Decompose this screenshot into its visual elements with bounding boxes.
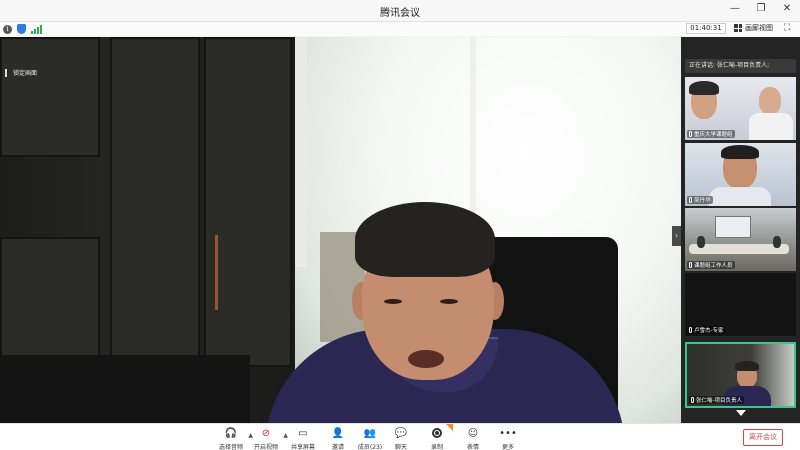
title-bar: 腾讯会议 — ❐ ✕ <box>0 0 800 22</box>
collapse-panel-button[interactable]: › <box>672 226 681 246</box>
participant-tile[interactable]: 卢雪杰-专家 <box>685 273 796 336</box>
mic-icon <box>691 397 694 403</box>
tile-name-label: 张仁喻-项目负责人 <box>689 396 744 404</box>
active-speaker-tile[interactable]: 张仁喻-项目负责人 <box>685 342 796 408</box>
pin-view-label[interactable]: 锁定画面 <box>5 68 37 77</box>
share-screen-button[interactable]: ▭ 共享屏幕 <box>285 427 321 450</box>
window-title: 腾讯会议 <box>380 8 420 19</box>
info-icon[interactable]: i <box>3 24 12 34</box>
meeting-toolbar: 🎧 选择音频 ▲ ⊘ 开启视频 ▲ ▭ 共享屏幕 👤 邀请 👥 成员(23) 💬… <box>0 423 800 450</box>
record-icon <box>432 428 442 438</box>
share-screen-icon: ▭ <box>298 428 308 439</box>
fullscreen-icon[interactable]: ⛶ <box>784 23 790 33</box>
participant-tile[interactable]: 吴丹华 <box>685 143 796 206</box>
video-button[interactable]: ⊘ 开启视频 ▲ <box>248 427 288 450</box>
minimize-icon[interactable]: — <box>728 3 742 14</box>
emoji-icon: ☺ <box>467 428 479 439</box>
invite-icon: 👤 <box>331 428 345 439</box>
camera-off-icon: ⊘ <box>261 428 271 439</box>
tile-name-label: 卢雪杰-专家 <box>687 326 726 334</box>
restore-icon[interactable]: ❐ <box>754 3 768 14</box>
window-controls: — ❐ ✕ <box>728 3 794 14</box>
scroll-down-icon[interactable] <box>736 410 746 416</box>
main-video-feed[interactable]: 锁定画面 <box>0 37 681 423</box>
tile-name-label: 吴丹华 <box>687 196 713 204</box>
meeting-window: 腾讯会议 — ❐ ✕ i 01:40:31 画廊视图 ⛶ 锁定画面 › 正在讲话… <box>0 0 800 450</box>
pin-view-text: 锁定画面 <box>13 70 38 77</box>
record-badge-icon <box>446 424 453 431</box>
video-scene <box>0 37 681 423</box>
mic-icon <box>689 262 692 268</box>
close-icon[interactable]: ✕ <box>780 3 794 14</box>
participant-tile[interactable]: 课题组工作人员 <box>685 208 796 271</box>
chat-icon: 💬 <box>394 428 408 439</box>
info-bar: i 01:40:31 画廊视图 ⛶ <box>0 22 800 36</box>
meeting-timer: 01:40:31 <box>686 23 726 34</box>
pin-icon <box>5 68 10 77</box>
meeting-status-icons: i <box>3 24 42 34</box>
record-button[interactable]: 录制 <box>419 424 455 450</box>
invite-button[interactable]: 👤 邀请 <box>320 427 356 450</box>
headphones-icon: 🎧 <box>224 428 238 439</box>
participant-panel: 正在讲话: 张仁喻-项目负责人; 重庆大学课题组 吴丹华 课题组工作人员 卢雪杰… <box>681 37 800 423</box>
mic-icon <box>689 197 692 203</box>
more-button[interactable]: ••• 更多 <box>490 427 526 450</box>
security-shield-icon[interactable] <box>17 24 26 34</box>
tile-name-label: 课题组工作人员 <box>687 261 735 269</box>
network-signal-icon[interactable] <box>31 24 42 34</box>
emoji-button[interactable]: ☺ 表情 <box>455 427 491 450</box>
mic-icon <box>689 131 692 137</box>
leave-meeting-button[interactable]: 离开会议 <box>743 429 783 446</box>
speaking-indicator: 正在讲话: 张仁喻-项目负责人; <box>685 59 796 73</box>
gallery-view-button[interactable]: 画廊视图 <box>734 23 773 33</box>
participant-tile[interactable]: 重庆大学课题组 <box>685 77 796 140</box>
gallery-view-label: 画廊视图 <box>745 24 773 32</box>
tile-name-label: 重庆大学课题组 <box>687 130 735 138</box>
more-icon: ••• <box>499 428 517 439</box>
mic-icon <box>689 327 692 333</box>
audio-button[interactable]: 🎧 选择音频 ▲ <box>213 427 253 450</box>
chat-button[interactable]: 💬 聊天 <box>383 427 419 450</box>
grid-icon <box>734 24 742 32</box>
